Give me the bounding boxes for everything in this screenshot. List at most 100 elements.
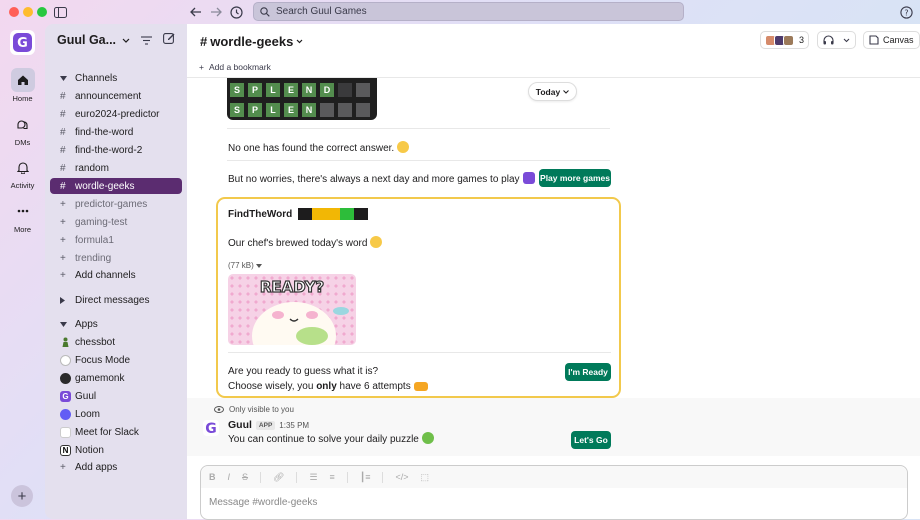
wordle-tile	[320, 103, 334, 117]
add-channels-label: Add channels	[75, 269, 136, 281]
color-tiles	[298, 208, 369, 220]
plus-icon: +	[17, 487, 27, 505]
message-divider	[227, 160, 610, 161]
blockquote-icon[interactable]: ┃≡	[360, 472, 371, 483]
caret-down-icon	[60, 75, 75, 81]
apps-header-label: Apps	[75, 318, 98, 330]
file-size-text: (77 kB)	[228, 261, 254, 270]
app-label: Guul	[75, 390, 97, 402]
sidebar-app-notion[interactable]: N Notion	[50, 442, 182, 458]
bot-message-header: Guul APP 1:35 PM	[228, 419, 309, 431]
only-visible-text: Only visible to you	[229, 405, 294, 414]
sidebar-channel-find-the-word-2[interactable]: # find-the-word-2	[50, 142, 182, 158]
ready-gif-image[interactable]: READY?	[228, 274, 356, 345]
avatar	[783, 34, 794, 46]
code-block-icon[interactable]: ⬚	[421, 472, 430, 483]
rail-activity[interactable]: Activity	[0, 155, 45, 190]
channel-title[interactable]: # wordle-geeks	[200, 34, 303, 49]
puzzle-emoji-icon	[421, 432, 434, 444]
sidebar-app-meet-for-slack[interactable]: Meet for Slack	[50, 424, 182, 440]
card-question: Are you ready to guess what it is? Choos…	[228, 365, 428, 394]
question-line-2-pre: Choose wisely, you	[228, 380, 317, 392]
canvas-icon	[869, 35, 879, 45]
help-icon[interactable]: ?	[900, 4, 913, 20]
rail-more[interactable]: More	[0, 199, 45, 234]
sidebar-app-guul[interactable]: G Guul	[50, 388, 182, 404]
canvas-button[interactable]: Canvas	[863, 31, 920, 49]
wordle-tile: E	[284, 103, 298, 117]
play-more-games-button[interactable]: Play more games	[539, 169, 611, 187]
no-answer-text: No one has found the correct answer.	[228, 143, 395, 154]
bulleted-list-icon[interactable]: ≡	[330, 472, 335, 482]
add-bookmark-button[interactable]: + Add a bookmark	[199, 62, 271, 72]
sidebar-app-gamemonk[interactable]: gamemonk	[50, 370, 182, 386]
channel-label: euro2024-predictor	[75, 108, 160, 120]
filter-icon[interactable]	[141, 33, 152, 48]
im-ready-button[interactable]: I'm Ready	[565, 363, 611, 381]
huddle-button[interactable]	[817, 31, 856, 49]
channels-header[interactable]: Channels	[50, 70, 182, 86]
app-label: Notion	[75, 444, 104, 456]
guul-bot-avatar[interactable]: G	[203, 420, 219, 437]
close-window-button[interactable]	[9, 7, 19, 17]
sidebar-toggle-icon[interactable]	[54, 4, 67, 20]
add-apps-label: Add apps	[75, 461, 118, 473]
back-arrow-icon[interactable]	[190, 4, 202, 20]
sidebar-app-focus-mode[interactable]: Focus Mode	[50, 352, 182, 368]
rail-dms[interactable]: DMs	[0, 112, 45, 147]
app-window: Search Guul Games ? G Home DMs Activity	[0, 0, 920, 520]
members-button[interactable]: 3	[760, 31, 810, 49]
compose-icon[interactable]	[163, 32, 175, 47]
app-badge: APP	[255, 420, 276, 430]
sidebar-channel-trending[interactable]: + trending	[50, 250, 182, 266]
sidebar-channel-wordle-geeks[interactable]: # wordle-geeks	[50, 178, 182, 194]
add-channels-button[interactable]: + Add channels	[50, 267, 182, 283]
sidebar-channel-formula1[interactable]: + formula1	[50, 232, 182, 248]
strikethrough-icon[interactable]: S	[242, 472, 248, 482]
zoom-window-button[interactable]	[37, 7, 47, 17]
direct-messages-header[interactable]: Direct messages	[50, 292, 182, 308]
sidebar-channel-random[interactable]: # random	[50, 160, 182, 176]
lets-go-button[interactable]: Let's Go	[571, 431, 611, 449]
svg-text:G: G	[17, 36, 28, 51]
rail-home[interactable]: Home	[0, 68, 45, 103]
chevron-down-icon	[563, 89, 570, 94]
search-bar[interactable]: Search Guul Games	[253, 2, 684, 21]
ordered-list-icon[interactable]: ☰	[309, 472, 317, 483]
bot-name[interactable]: Guul	[228, 419, 252, 431]
headphones-icon	[823, 35, 834, 45]
guul-logo-icon: G	[60, 390, 71, 402]
link-icon[interactable]: 🔗︎	[273, 472, 284, 483]
file-size-toggle[interactable]: (77 kB)	[228, 261, 263, 270]
sidebar-channel-find-the-word[interactable]: # find-the-word	[50, 124, 182, 140]
bold-icon[interactable]: B	[209, 472, 216, 482]
sidebar-channel-predictor-games[interactable]: + predictor-games	[50, 196, 182, 212]
wordle-tile: L	[266, 83, 280, 97]
channel-label: wordle-geeks	[75, 180, 135, 192]
sidebar-app-chessbot[interactable]: chessbot	[50, 334, 182, 350]
date-divider-today[interactable]: Today	[528, 82, 577, 101]
sidebar-app-loom[interactable]: Loom	[50, 406, 182, 422]
bot-timestamp[interactable]: 1:35 PM	[279, 421, 309, 430]
workspace-name[interactable]: Guul Ga...	[57, 33, 130, 47]
sidebar-channel-euro2024-predictor[interactable]: # euro2024-predictor	[50, 106, 182, 122]
forward-arrow-icon[interactable]	[210, 4, 222, 20]
italic-icon[interactable]: I	[228, 472, 231, 482]
apps-header[interactable]: Apps	[50, 316, 182, 332]
add-apps-button[interactable]: + Add apps	[50, 459, 182, 475]
im-ready-label: I'm Ready	[568, 367, 608, 377]
workspace-logo[interactable]: G	[10, 30, 35, 55]
eye-icon	[214, 406, 224, 413]
app-label: gamemonk	[75, 372, 125, 384]
sidebar-channel-announcement[interactable]: # announcement	[50, 88, 182, 104]
channel-label: trending	[75, 252, 112, 264]
history-clock-icon[interactable]	[230, 4, 243, 20]
minimize-window-button[interactable]	[23, 7, 33, 17]
chevron-down-icon[interactable]	[843, 38, 850, 43]
sidebar-channel-gaming-test[interactable]: + gaming-test	[50, 214, 182, 230]
code-icon[interactable]: </>	[395, 472, 408, 482]
message-input[interactable]: Message #wordle-geeks	[209, 497, 317, 508]
add-workspace-button[interactable]: +	[11, 485, 33, 507]
hash-icon: #	[60, 126, 66, 138]
smirk-emoji-icon	[397, 141, 410, 153]
